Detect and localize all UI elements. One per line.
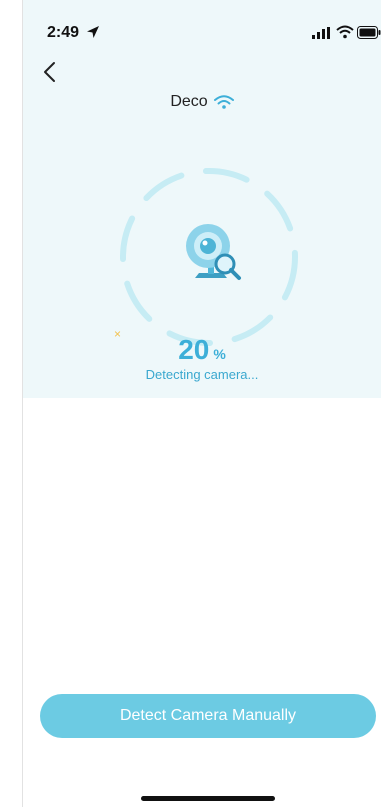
- page-title: Deco: [170, 93, 208, 110]
- home-indicator: [141, 796, 275, 801]
- status-time: 2:49: [47, 24, 80, 41]
- detect-camera-manually-button[interactable]: Detect Camera Manually: [40, 694, 376, 738]
- progress-unit: %: [213, 346, 226, 362]
- cellular-signal-icon: [312, 27, 330, 39]
- scan-panel: 2:49 Deco × 20 % Detecting camera...: [23, 0, 381, 398]
- back-chevron-icon: [44, 62, 55, 82]
- wifi-icon: [336, 25, 354, 39]
- page-title-row: Deco: [23, 93, 381, 111]
- webcam-search-icon: [186, 224, 241, 280]
- scan-status-text: Detecting camera...: [145, 367, 259, 382]
- progress-readout: 20 %: [23, 334, 381, 366]
- progress-value: 20: [178, 334, 210, 365]
- status-bar: 2:49: [23, 0, 381, 44]
- back-button[interactable]: [35, 58, 63, 86]
- wifi-icon: [213, 95, 234, 109]
- location-arrow-icon: [87, 26, 99, 38]
- battery-icon: [357, 26, 381, 39]
- app-screen: 2:49 Deco × 20 % Detecting camera... Det…: [23, 0, 381, 807]
